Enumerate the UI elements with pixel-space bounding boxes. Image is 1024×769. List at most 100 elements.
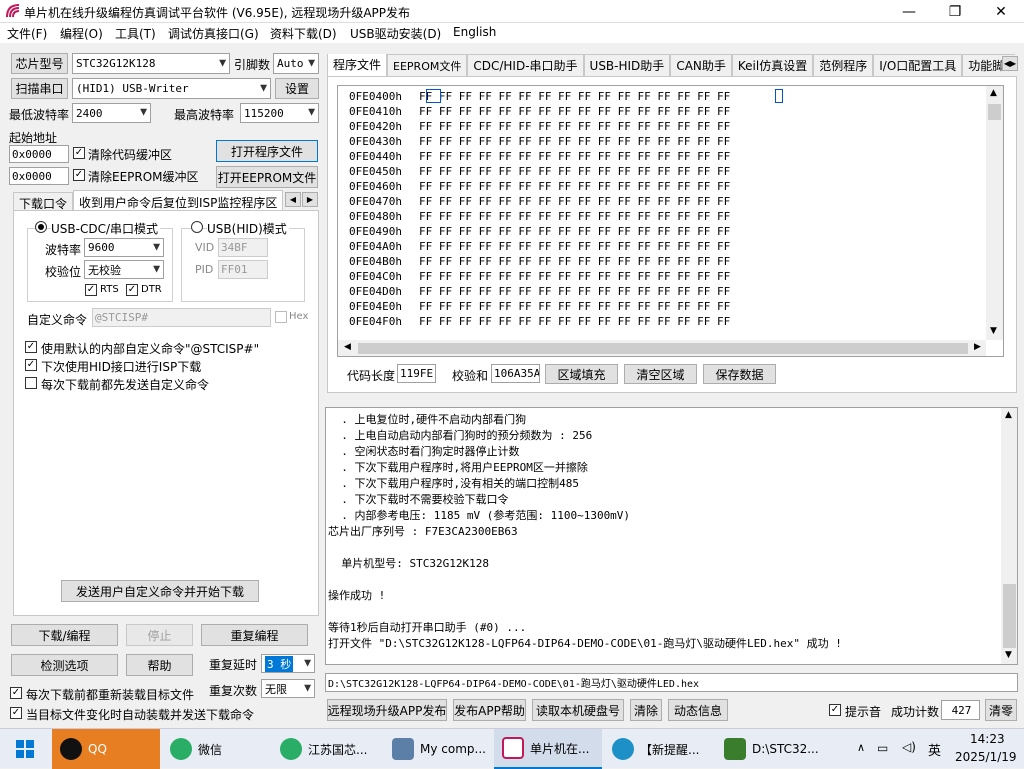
pid-input[interactable]: FF01	[218, 260, 268, 279]
tab-examples[interactable]: 范例程序	[813, 54, 874, 76]
tab-scroll-right-button[interactable]: ▶	[302, 192, 318, 207]
hex-bytes[interactable]: FF FF FF FF FF FF FF FF FF FF FF FF FF F…	[419, 165, 730, 178]
clear-code-checkbox[interactable]: ✓	[73, 147, 85, 159]
start-button[interactable]	[0, 729, 50, 769]
taskbar-wechat[interactable]: 微信	[162, 729, 270, 769]
taskbar-wechat-jiangsu[interactable]: 江苏国芯...	[272, 729, 382, 769]
eeprom-address-input[interactable]: 0x0000	[9, 167, 69, 185]
open-program-file-button[interactable]: 打开程序文件	[216, 140, 318, 162]
min-baud-select[interactable]: 2400 ▼	[72, 103, 151, 123]
taskbar-keil[interactable]: D:\STC32...	[716, 729, 826, 769]
right-tab-scroll-button[interactable]: ◀▶	[1002, 56, 1018, 71]
hex-bytes[interactable]: FF FF FF FF FF FF FF FF FF FF FF FF FF F…	[419, 300, 730, 313]
chip-model-button[interactable]: 芯片型号	[11, 53, 68, 74]
reset-count-button[interactable]: 清零	[985, 699, 1017, 721]
hex-bytes[interactable]: FF FF FF FF FF FF FF FF FF FF FF FF FF F…	[419, 270, 730, 283]
menu-usb-driver[interactable]: USB驱动安装(D)	[350, 25, 441, 42]
taskbar-edge[interactable]: 【新提醒...	[604, 729, 714, 769]
tab-eeprom-file[interactable]: EEPROM文件	[387, 54, 468, 76]
send-custom-command-button[interactable]: 发送用户自定义命令并开始下载	[61, 580, 259, 602]
hex-bytes[interactable]: FF FF FF FF FF FF FF FF FF FF FF FF FF F…	[419, 255, 730, 268]
beep-checkbox[interactable]: ✓	[829, 704, 841, 716]
send-custom-before-download-checkbox[interactable]	[25, 377, 37, 389]
download-program-button[interactable]: 下载/编程	[11, 624, 118, 646]
taskbar-my-computer[interactable]: My comp...	[384, 729, 492, 769]
save-data-button[interactable]: 保存数据	[703, 364, 776, 384]
default-command-checkbox[interactable]: ✓	[25, 341, 37, 353]
clock-date[interactable]: 2025/1/19	[955, 750, 1017, 764]
fill-region-button[interactable]: 区域填充	[545, 364, 618, 384]
stop-button[interactable]: 停止	[126, 624, 193, 646]
hex-bytes[interactable]: FF FF FF FF FF FF FF FF FF FF FF FF FF F…	[419, 210, 730, 223]
clear-region-button[interactable]: 清空区域	[624, 364, 697, 384]
scan-port-button[interactable]: 扫描串口	[11, 78, 68, 99]
hex-vertical-scrollbar[interactable]: ▲ ▼	[986, 86, 1003, 340]
hex-bytes[interactable]: FF FF FF FF FF FF FF FF FF FF FF FF FF F…	[419, 195, 730, 208]
hex-bytes[interactable]: FF FF FF FF FF FF FF FF FF FF FF FF FF F…	[419, 225, 730, 238]
minimize-button[interactable]: —	[886, 0, 932, 23]
reload-before-download-checkbox[interactable]: ✓	[10, 687, 22, 699]
tab-io-config[interactable]: I/O口配置工具	[873, 54, 963, 76]
hex-horizontal-scrollbar[interactable]: ◀ ▶	[338, 340, 986, 356]
menu-file[interactable]: 文件(F)	[7, 25, 47, 42]
menu-program[interactable]: 编程(O)	[60, 25, 103, 42]
open-eeprom-file-button[interactable]: 打开EEPROM文件	[216, 166, 318, 188]
hex-bytes[interactable]: FF FF FF FF FF FF FF FF FF FF FF FF FF F…	[419, 150, 730, 163]
settings-button[interactable]: 设置	[275, 78, 319, 99]
repeat-delay-select[interactable]: 3 秒 ▼	[261, 654, 315, 673]
code-address-input[interactable]: 0x0000	[9, 145, 69, 163]
log-vertical-scrollbar[interactable]: ▲ ▼	[1001, 408, 1017, 664]
chip-model-select[interactable]: STC32G12K128 ▼	[72, 53, 230, 74]
usb-hid-radio[interactable]	[191, 221, 203, 233]
hex-bytes[interactable]: FF FF FF FF FF FF FF FF FF FF FF FF FF F…	[419, 120, 730, 133]
menu-debug[interactable]: 调试仿真接口(G)	[168, 25, 259, 42]
close-button[interactable]: ✕	[978, 0, 1024, 23]
tab-usb-hid[interactable]: USB-HID助手	[583, 54, 671, 76]
tab-cdc-hid-serial[interactable]: CDC/HID-串口助手	[467, 54, 584, 76]
baud-select[interactable]: 9600 ▼	[84, 238, 164, 257]
check-options-button[interactable]: 检测选项	[11, 654, 118, 676]
vid-input[interactable]: 34BF	[218, 238, 268, 257]
pins-select[interactable]: Auto ▼	[273, 53, 319, 74]
hex-bytes[interactable]: FF FF FF FF FF FF FF FF FF FF FF FF FF F…	[419, 105, 730, 118]
tab-program-file[interactable]: 程序文件	[327, 54, 388, 76]
file-path-field[interactable]: D:\STC32G12K128-LQFP64-DIP64-DEMO-CODE\0…	[325, 673, 1018, 692]
menu-english[interactable]: English	[453, 25, 496, 39]
hex-bytes[interactable]: FF FF FF FF FF FF FF FF FF FF FF FF FF F…	[419, 180, 730, 193]
tab-can[interactable]: CAN助手	[670, 54, 732, 76]
dtr-checkbox[interactable]: ✓	[126, 284, 138, 296]
auto-load-checkbox[interactable]: ✓	[10, 707, 22, 719]
tray-chevron-icon[interactable]: ∧	[857, 741, 865, 754]
tab-scroll-left-button[interactable]: ◀	[285, 192, 301, 207]
repeat-program-button[interactable]: 重复编程	[201, 624, 308, 646]
custom-command-input[interactable]: @STCISP#	[92, 308, 271, 327]
volume-icon[interactable]: ◁)	[902, 740, 916, 754]
help-button[interactable]: 帮助	[126, 654, 193, 676]
network-icon[interactable]: ▭	[877, 741, 888, 755]
hex-bytes[interactable]: FF FF FF FF FF FF FF FF FF FF FF FF FF F…	[419, 285, 730, 298]
parity-select[interactable]: 无校验 ▼	[84, 260, 164, 279]
taskbar-stc-isp[interactable]: 单片机在...	[494, 729, 602, 769]
clear-log-button[interactable]: 清除	[630, 699, 662, 721]
hex-bytes[interactable]: FF FF FF FF FF FF FF FF FF FF FF FF FF F…	[419, 135, 730, 148]
hid-next-download-checkbox[interactable]: ✓	[25, 359, 37, 371]
ime-indicator[interactable]: 英	[928, 740, 941, 759]
clock-time[interactable]: 14:23	[970, 732, 1005, 746]
hex-bytes[interactable]: FF FF FF FF FF FF FF FF FF FF FF FF FF F…	[419, 315, 730, 328]
tab-keil-sim[interactable]: Keil仿真设置	[731, 54, 814, 76]
hex-bytes[interactable]: FF FF FF FF FF FF FF FF FF FF FF FF FF F…	[419, 90, 730, 103]
hex-checkbox[interactable]	[275, 311, 287, 323]
taskbar-qq[interactable]: QQ	[52, 729, 160, 769]
read-disk-button[interactable]: 读取本机硬盘号	[532, 699, 624, 721]
remote-upgrade-button[interactable]: 远程现场升级APP发布	[327, 699, 447, 721]
port-select[interactable]: (HID1) USB-Writer ▼	[72, 78, 271, 99]
hex-bytes[interactable]: FF FF FF FF FF FF FF FF FF FF FF FF FF F…	[419, 240, 730, 253]
menu-downloads[interactable]: 资料下载(D)	[270, 25, 337, 42]
clear-eeprom-checkbox[interactable]: ✓	[73, 169, 85, 181]
usb-cdc-radio[interactable]	[35, 221, 47, 233]
rts-checkbox[interactable]: ✓	[85, 284, 97, 296]
max-baud-select[interactable]: 115200 ▼	[240, 103, 319, 123]
repeat-count-select[interactable]: 无限 ▼	[261, 679, 315, 698]
dynamic-info-button[interactable]: 动态信息	[668, 699, 728, 721]
publish-help-button[interactable]: 发布APP帮助	[453, 699, 526, 721]
